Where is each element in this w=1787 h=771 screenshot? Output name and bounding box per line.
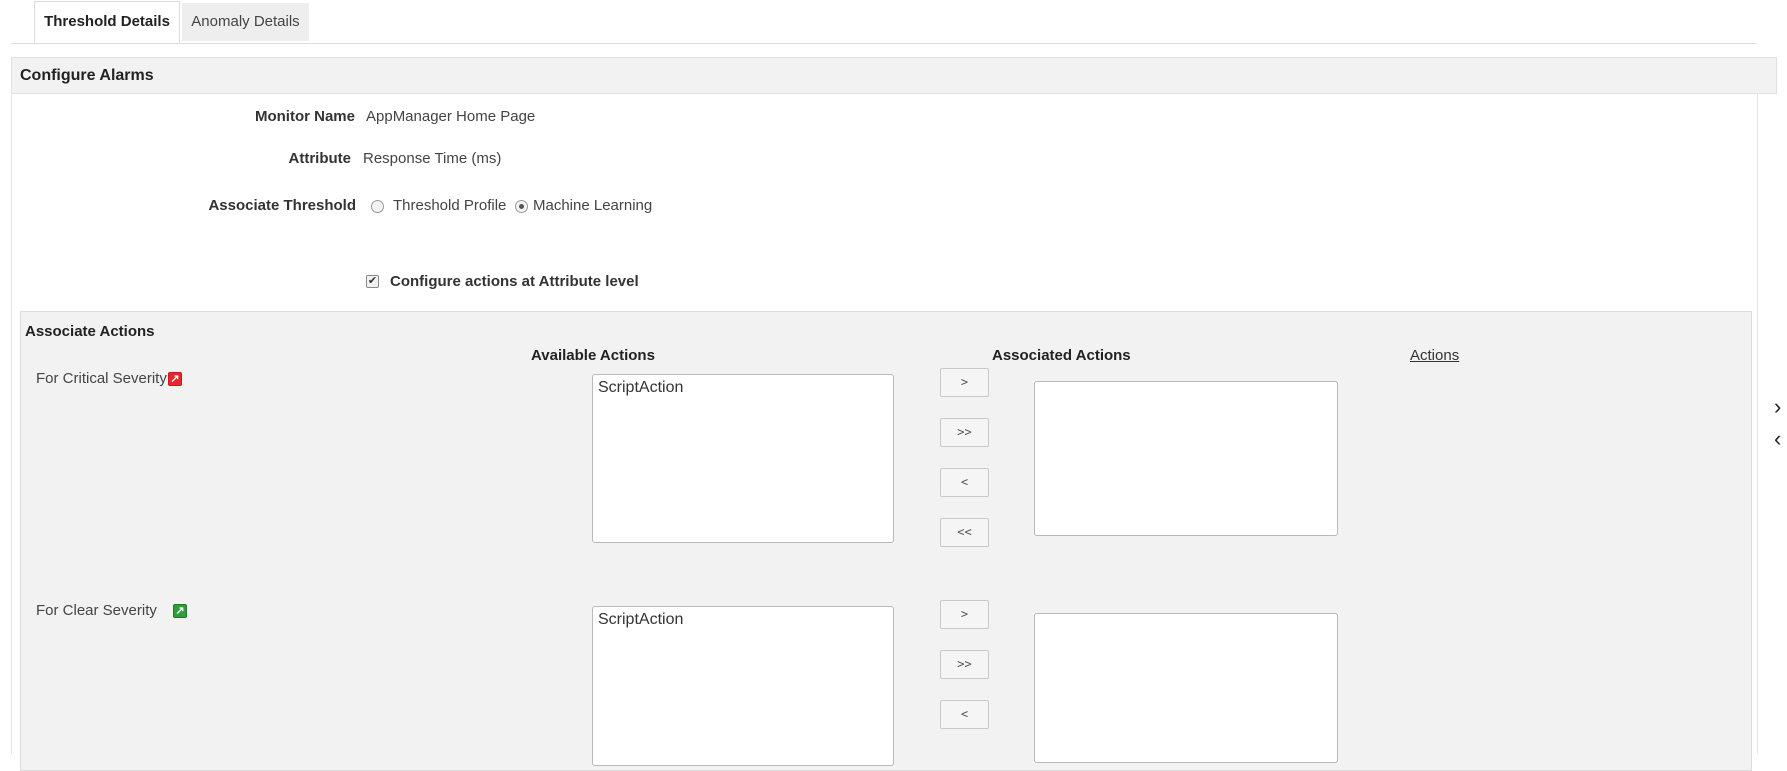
section-title: Configure Alarms bbox=[20, 67, 154, 84]
monitor-name-label: Monitor Name bbox=[254, 108, 355, 125]
clear-edit-icon[interactable]: ↗ bbox=[173, 604, 187, 618]
associate-threshold-label: Associate Threshold bbox=[208, 197, 356, 214]
critical-severity-label: For Critical Severity bbox=[36, 370, 167, 387]
clear-available-actions-list[interactable]: ScriptAction bbox=[592, 606, 894, 766]
machine-learning-radio[interactable] bbox=[515, 200, 528, 213]
list-item[interactable]: ScriptAction bbox=[593, 607, 893, 633]
chevron-left-icon[interactable]: ‹ bbox=[1774, 428, 1787, 450]
critical-edit-icon[interactable]: ↗ bbox=[168, 372, 182, 386]
critical-available-actions-list[interactable]: ScriptAction bbox=[592, 374, 894, 543]
tab-bar-divider bbox=[11, 43, 1756, 44]
tab-anomaly-details[interactable]: Anomaly Details bbox=[182, 3, 309, 41]
chevron-right-icon[interactable]: › bbox=[1774, 396, 1787, 418]
clear-severity-label: For Clear Severity bbox=[36, 602, 157, 619]
monitor-name-value: AppManager Home Page bbox=[366, 108, 536, 125]
clear-associated-actions-list[interactable] bbox=[1034, 613, 1338, 763]
available-actions-header: Available Actions bbox=[531, 347, 655, 364]
critical-add-all-button[interactable]: >> bbox=[940, 418, 989, 447]
critical-add-button[interactable]: > bbox=[940, 368, 989, 397]
critical-remove-all-button[interactable]: << bbox=[940, 518, 989, 547]
machine-learning-option-label[interactable]: Machine Learning bbox=[533, 197, 652, 214]
associate-actions-title: Associate Actions bbox=[25, 323, 155, 340]
threshold-profile-option-label[interactable]: Threshold Profile bbox=[393, 197, 506, 214]
attribute-value: Response Time (ms) bbox=[363, 150, 502, 167]
critical-remove-button[interactable]: < bbox=[940, 468, 989, 497]
clear-remove-button[interactable]: < bbox=[940, 700, 989, 729]
clear-add-all-button[interactable]: >> bbox=[940, 650, 989, 679]
actions-link[interactable]: Actions bbox=[1410, 347, 1459, 364]
configure-alarms-header bbox=[11, 57, 1777, 94]
critical-associated-actions-list[interactable] bbox=[1034, 381, 1338, 536]
threshold-profile-radio[interactable] bbox=[371, 200, 384, 213]
tab-threshold-details[interactable]: Threshold Details bbox=[34, 1, 180, 43]
configure-actions-label[interactable]: Configure actions at Attribute level bbox=[390, 273, 639, 290]
associated-actions-header: Associated Actions bbox=[992, 347, 1131, 364]
attribute-label: Attribute bbox=[288, 150, 352, 167]
list-item[interactable]: ScriptAction bbox=[593, 375, 893, 401]
clear-add-button[interactable]: > bbox=[940, 600, 989, 629]
configure-actions-checkbox[interactable]: ✔ bbox=[366, 275, 379, 288]
